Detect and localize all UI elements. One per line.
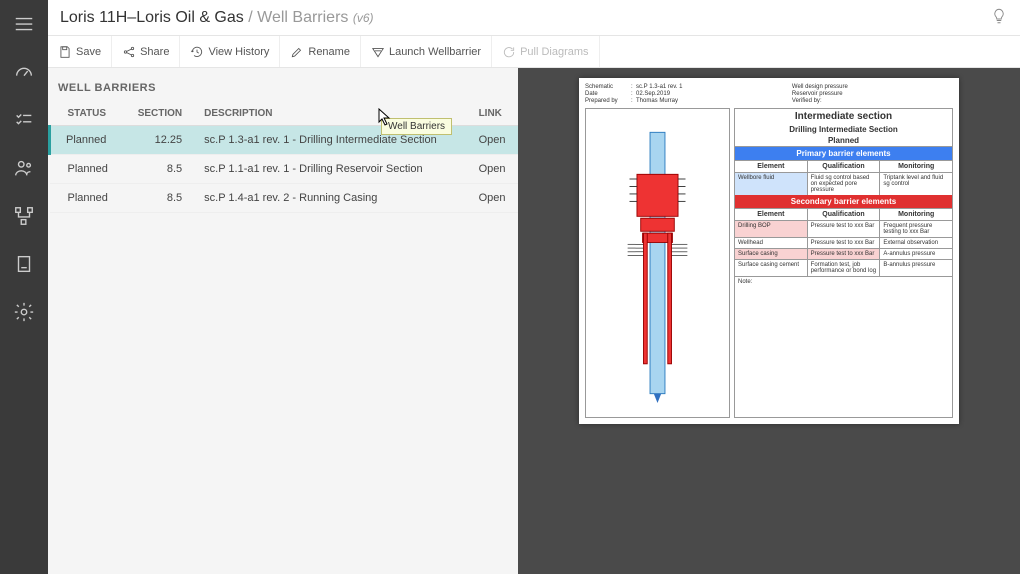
content: WELL BARRIERS STATUS SECTION DESCRIPTION… <box>48 68 1020 574</box>
history-button[interactable]: View History <box>180 36 280 67</box>
col-link: LINK <box>471 102 518 126</box>
preview-panel: Schematic:sc.P 1.3-a1 rev. 1 Date:02.Sep… <box>518 68 1020 574</box>
breadcrumb-page: Well Barriers <box>257 9 348 26</box>
breadcrumb: Loris 11H–Loris Oil & Gas / Well Barrier… <box>60 9 374 27</box>
gauge-icon[interactable] <box>0 48 48 96</box>
sidebar <box>0 0 48 574</box>
launch-wellbarrier-button[interactable]: Launch Wellbarrier <box>361 36 492 67</box>
document-preview: Schematic:sc.P 1.3-a1 rev. 1 Date:02.Sep… <box>579 78 959 424</box>
col-status: STATUS <box>50 102 123 126</box>
checklist-icon[interactable] <box>0 96 48 144</box>
open-link[interactable]: Open <box>471 155 518 184</box>
breadcrumb-version: (v6) <box>353 11 374 25</box>
share-button[interactable]: Share <box>112 36 180 67</box>
table-row[interactable]: Planned 8.5 sc.P 1.1-a1 rev. 1 - Drillin… <box>50 155 519 184</box>
panel-title: WELL BARRIERS <box>48 82 518 102</box>
bulb-icon[interactable] <box>990 7 1008 28</box>
header: Loris 11H–Loris Oil & Gas / Well Barrier… <box>48 0 1020 36</box>
well-schematic <box>585 108 730 418</box>
breadcrumb-project: Loris 11H–Loris Oil & Gas <box>60 9 244 26</box>
gear-icon[interactable] <box>0 288 48 336</box>
document-icon[interactable] <box>0 240 48 288</box>
open-link[interactable]: Open <box>471 126 518 155</box>
open-link[interactable]: Open <box>471 184 518 213</box>
menu-icon[interactable] <box>0 0 48 48</box>
left-panel: WELL BARRIERS STATUS SECTION DESCRIPTION… <box>48 68 518 574</box>
people-icon[interactable] <box>0 144 48 192</box>
tooltip: Well Barriers <box>381 118 452 135</box>
rename-button[interactable]: Rename <box>280 36 361 67</box>
col-section: SECTION <box>123 102 196 126</box>
table-row[interactable]: Planned 8.5 sc.P 1.4-a1 rev. 2 - Running… <box>50 184 519 213</box>
main: Loris 11H–Loris Oil & Gas / Well Barrier… <box>48 0 1020 574</box>
barrier-detail: Intermediate section Drilling Intermedia… <box>734 108 953 418</box>
toolbar: Save Share View History Rename Launch We… <box>48 36 1020 68</box>
pull-diagrams-button[interactable]: Pull Diagrams <box>492 36 599 67</box>
save-button[interactable]: Save <box>48 36 112 67</box>
flow-icon[interactable] <box>0 192 48 240</box>
